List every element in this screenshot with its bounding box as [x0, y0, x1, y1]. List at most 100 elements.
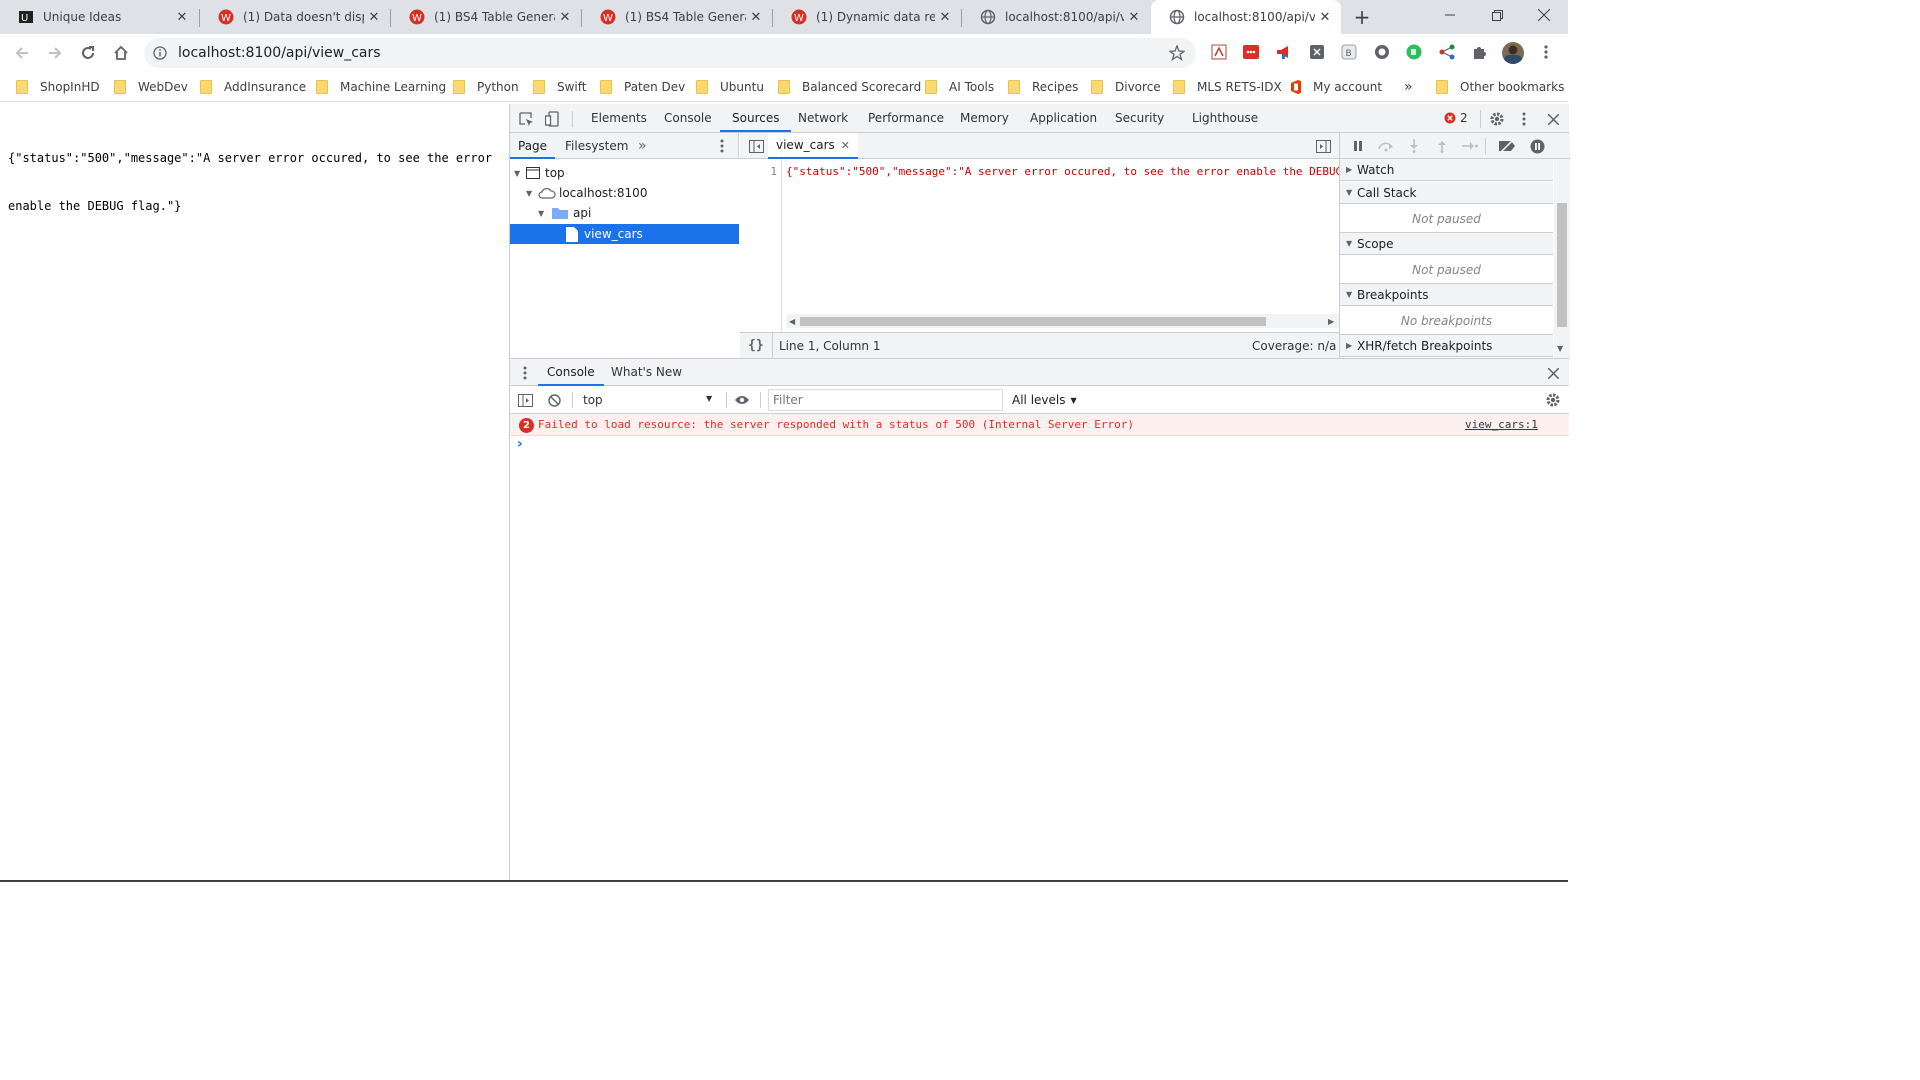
pause-icon[interactable] [1350, 139, 1366, 153]
browser-tab[interactable]: W (1) BS4 Table Generator ✕ [391, 0, 581, 34]
bookmark-folder[interactable]: Paten Dev [600, 78, 685, 96]
bookmark-folder[interactable]: Balanced Scorecard [778, 78, 921, 96]
close-tab-icon[interactable]: ✕ [364, 10, 384, 25]
drawer-tab-whats-new[interactable]: What's New [611, 359, 682, 386]
context-selector[interactable]: top ▼ [576, 388, 718, 412]
share-extension-icon[interactable] [1438, 43, 1456, 61]
vertical-scrollbar[interactable]: ▼ [1554, 159, 1570, 358]
bookmark-star-icon[interactable] [1168, 44, 1186, 62]
console-prompt-icon[interactable]: › [517, 436, 523, 452]
devtools-menu-icon[interactable] [1516, 110, 1532, 128]
bookmark-folder[interactable]: Divorce [1091, 78, 1161, 96]
inspect-element-icon[interactable] [518, 111, 534, 127]
section-xhr-breakpoints[interactable]: ▶ XHR/fetch Breakpoints [1340, 335, 1553, 357]
nav-tab-page[interactable]: Page [510, 133, 556, 159]
nav-tab-filesystem[interactable]: Filesystem [565, 133, 628, 159]
section-call-stack[interactable]: ▼ Call Stack [1340, 182, 1553, 204]
error-count-badge[interactable]: 2 [1444, 111, 1468, 125]
tab-application[interactable]: Application [1030, 104, 1097, 132]
bookmark-folder[interactable]: Recipes [1008, 78, 1078, 96]
address-bar[interactable]: localhost:8100/api/view_cars [144, 38, 1196, 68]
red-extension-icon[interactable] [1242, 43, 1260, 61]
tree-item-top[interactable]: ▼ top [510, 163, 739, 183]
megaphone-extension-icon[interactable] [1275, 43, 1293, 61]
bookmark-my-account[interactable]: My account [1290, 78, 1382, 96]
tree-item-host[interactable]: ▼ localhost:8100 [510, 183, 739, 203]
settings-gear-icon[interactable] [1488, 110, 1506, 128]
scrollbar-thumb[interactable] [800, 317, 1266, 326]
circle-extension-icon[interactable] [1373, 43, 1391, 61]
section-watch[interactable]: ▶ Watch [1340, 159, 1553, 181]
clear-console-icon[interactable] [545, 392, 563, 408]
extensions-puzzle-icon[interactable] [1471, 43, 1489, 61]
close-drawer-icon[interactable] [1544, 365, 1562, 381]
close-tab-icon[interactable]: ✕ [746, 10, 766, 25]
browser-tab-active[interactable]: localhost:8100/api/view ✕ [1151, 0, 1341, 34]
bookmark-folder[interactable]: WebDev [114, 78, 188, 96]
puzzle-dark-extension-icon[interactable] [1308, 43, 1326, 61]
bookmark-folder[interactable]: AI Tools [925, 78, 994, 96]
tab-sources[interactable]: Sources [720, 104, 792, 132]
back-icon[interactable] [10, 41, 34, 65]
tree-item-file-selected[interactable]: view_cars [510, 224, 739, 244]
info-icon[interactable] [152, 45, 168, 61]
tab-memory[interactable]: Memory [960, 104, 1009, 132]
console-filter-input[interactable] [768, 389, 1003, 411]
reload-icon[interactable] [76, 41, 100, 65]
forward-icon[interactable] [43, 41, 67, 65]
step-icon[interactable] [1461, 139, 1479, 153]
bookmark-folder[interactable]: Ubuntu [696, 78, 764, 96]
chrome-menu-icon[interactable] [1538, 43, 1554, 61]
navigator-menu-icon[interactable] [716, 138, 728, 154]
scrollbar-thumb[interactable] [1557, 203, 1567, 327]
minimize-icon[interactable] [1440, 5, 1460, 25]
pretty-print-icon[interactable]: {} [748, 338, 764, 353]
log-levels-dropdown[interactable]: All levels ▼ [1012, 386, 1077, 414]
step-out-icon[interactable] [1434, 138, 1450, 154]
close-tab-icon[interactable]: ✕ [1124, 10, 1144, 25]
device-toolbar-icon[interactable] [544, 110, 560, 128]
browser-tab[interactable]: W (1) Dynamic data render ✕ [773, 0, 961, 34]
browser-tab[interactable]: localhost:8100/api/view ✕ [962, 0, 1150, 34]
source-code-line[interactable]: {"status":"500","message":"A server erro… [786, 165, 1340, 181]
bookmark-folder[interactable]: ShopInHD [16, 78, 100, 96]
close-tab-icon[interactable]: ✕ [935, 10, 955, 25]
drawer-menu-icon[interactable] [520, 365, 530, 381]
drawer-tab-console[interactable]: Console [538, 359, 604, 386]
scroll-down-icon[interactable]: ▼ [1557, 344, 1563, 353]
bookmark-folder[interactable]: Swift [533, 78, 586, 96]
scroll-right-icon[interactable]: ▶ [1328, 317, 1334, 326]
step-into-icon[interactable] [1406, 138, 1422, 154]
toggle-debugger-icon[interactable] [1314, 138, 1332, 154]
horizontal-scrollbar[interactable]: ◀ ▶ [786, 314, 1340, 328]
deactivate-breakpoints-icon[interactable] [1496, 138, 1518, 154]
other-bookmarks[interactable]: Other bookmarks [1436, 78, 1564, 96]
pdf-extension-icon[interactable] [1210, 43, 1228, 61]
tab-performance[interactable]: Performance [868, 104, 944, 132]
nav-more-tabs-button[interactable]: » [638, 133, 647, 159]
close-devtools-icon[interactable] [1544, 110, 1562, 128]
section-breakpoints[interactable]: ▼ Breakpoints [1340, 284, 1553, 306]
bookmarks-overflow-button[interactable]: » [1404, 78, 1413, 96]
browser-tab[interactable]: W (1) Data doesn't display ✕ [200, 0, 390, 34]
live-expression-eye-icon[interactable] [732, 392, 752, 408]
step-over-icon[interactable] [1376, 139, 1396, 153]
new-tab-icon[interactable]: + [1350, 5, 1374, 29]
console-settings-gear-icon[interactable] [1544, 392, 1562, 408]
evernote-extension-icon[interactable] [1405, 43, 1423, 61]
close-window-icon[interactable] [1534, 5, 1554, 25]
home-icon[interactable] [109, 41, 133, 65]
close-file-tab-icon[interactable]: ✕ [841, 139, 850, 152]
tab-security[interactable]: Security [1115, 104, 1164, 132]
close-tab-icon[interactable]: ✕ [1315, 10, 1335, 25]
bookmark-folder[interactable]: Machine Learning [316, 78, 446, 96]
show-sidebar-icon[interactable] [516, 392, 534, 408]
browser-tab[interactable]: W (1) BS4 Table Generator ✕ [582, 0, 772, 34]
bookmark-folder[interactable]: Python [453, 78, 519, 96]
pause-on-exceptions-icon[interactable] [1528, 138, 1546, 154]
tree-item-folder[interactable]: ▼ api [510, 203, 739, 223]
bookmark-folder[interactable]: AddInsurance [200, 78, 306, 96]
close-tab-icon[interactable]: ✕ [555, 10, 575, 25]
scroll-left-icon[interactable]: ◀ [789, 317, 795, 326]
editor-file-tab[interactable]: view_cars ✕ [768, 133, 858, 159]
